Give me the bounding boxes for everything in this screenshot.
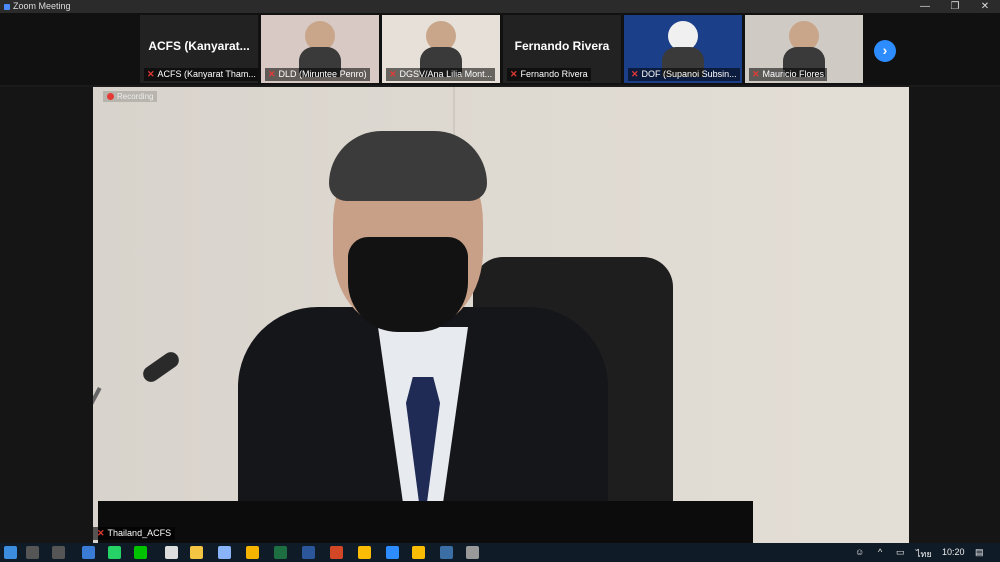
participant-tile[interactable]: ACFS (Kanyarat... ✕ ACFS (Kanyarat Tham..… xyxy=(140,15,258,83)
mic-muted-icon: ✕ xyxy=(147,69,155,79)
participant-tile[interactable]: ✕ Mauricio Flores xyxy=(745,15,863,83)
right-margin xyxy=(909,87,1000,543)
language-indicator[interactable]: ไทย xyxy=(916,547,932,561)
participant-tile[interactable]: ✕ DLD (Miruntee Penro) xyxy=(261,15,379,83)
notifications-icon[interactable]: ▤ xyxy=(975,547,984,558)
window-title: Zoom Meeting xyxy=(4,0,71,13)
clock[interactable]: 10:20 xyxy=(942,547,965,557)
speaker-hair xyxy=(329,131,487,201)
participant-name: DLD (Miruntee Penro) xyxy=(278,69,367,79)
participant-tile[interactable]: Fernando Rivera ✕ Fernando Rivera xyxy=(503,15,621,83)
powerpoint-icon[interactable] xyxy=(330,546,343,559)
app-icon[interactable] xyxy=(82,546,95,559)
line-icon[interactable] xyxy=(134,546,147,559)
photos-icon[interactable] xyxy=(466,546,479,559)
recording-indicator: Recording xyxy=(103,91,158,102)
participant-name: Mauricio Flores xyxy=(762,69,825,79)
windows-taskbar: ☺ ^ ▭ ไทย 10:20 ▤ xyxy=(0,543,1000,562)
participant-name: Fernando Rivera xyxy=(520,69,588,79)
mic-muted-icon: ✕ xyxy=(268,69,276,79)
participant-video xyxy=(420,21,462,77)
chrome-icon[interactable] xyxy=(412,546,425,559)
folder-icon[interactable] xyxy=(246,546,259,559)
zoom-icon[interactable] xyxy=(386,546,399,559)
mic-muted-icon: ✕ xyxy=(631,69,639,79)
participant-name: ACFS (Kanyarat Tham... xyxy=(157,69,256,79)
participant-video xyxy=(662,21,704,77)
next-participants-button[interactable]: › xyxy=(874,40,896,62)
participant-tile[interactable]: ✕ DGSV/Ana Lilia Mont... xyxy=(382,15,500,83)
whatsapp-icon[interactable] xyxy=(108,546,121,559)
people-icon[interactable]: ☺ xyxy=(855,547,864,557)
participant-name: DOF (Supanoi Subsin... xyxy=(641,69,737,79)
microphone-stand xyxy=(93,387,102,495)
chrome-icon[interactable] xyxy=(358,546,371,559)
participant-strip: ACFS (Kanyarat... ✕ ACFS (Kanyarat Tham..… xyxy=(0,13,1000,85)
search-icon[interactable] xyxy=(26,546,39,559)
active-speaker-video[interactable]: Recording xyxy=(93,87,909,543)
participant-name: DGSV/Ana Lilia Mont... xyxy=(399,69,493,79)
speaker-name: Thailand_ACFS xyxy=(107,528,172,538)
network-icon[interactable]: ▭ xyxy=(896,547,905,558)
chevron-up-icon[interactable]: ^ xyxy=(878,547,882,557)
participant-title: ACFS (Kanyarat... xyxy=(148,39,250,53)
participant-title: Fernando Rivera xyxy=(514,39,610,53)
window-titlebar: Zoom Meeting — ❐ ✕ xyxy=(0,0,1000,13)
word-icon[interactable] xyxy=(302,546,315,559)
mic-muted-icon: ✕ xyxy=(752,69,760,79)
mic-muted-icon: ✕ xyxy=(510,69,518,79)
restore-button[interactable]: ❐ xyxy=(940,0,970,13)
microphone-icon xyxy=(140,348,182,386)
speaker-name-label: ✕ Thailand_ACFS xyxy=(93,527,176,540)
app-icon[interactable] xyxy=(218,546,231,559)
app-icon[interactable] xyxy=(440,546,453,559)
left-margin xyxy=(0,87,93,543)
minimize-button[interactable]: — xyxy=(910,0,940,13)
participant-video xyxy=(299,21,341,77)
excel-icon[interactable] xyxy=(274,546,287,559)
face-mask xyxy=(348,237,468,332)
participant-video xyxy=(783,21,825,77)
close-button[interactable]: ✕ xyxy=(970,0,1000,13)
mic-muted-icon: ✕ xyxy=(389,69,397,79)
mic-muted-icon: ✕ xyxy=(97,528,105,538)
notes-icon[interactable] xyxy=(190,546,203,559)
app-icon[interactable] xyxy=(165,546,178,559)
desk-monitor xyxy=(98,501,753,543)
participant-tile[interactable]: ✕ DOF (Supanoi Subsin... xyxy=(624,15,742,83)
task-view-icon[interactable] xyxy=(52,546,65,559)
start-icon[interactable] xyxy=(4,546,17,559)
